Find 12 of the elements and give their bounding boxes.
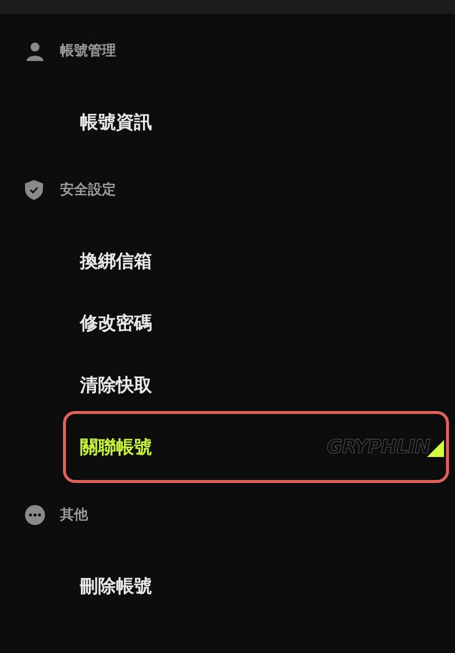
menu-item[interactable]: 關聯帳號 GRYPHLIN <box>68 416 444 478</box>
menu-item[interactable]: 換綁信箱 <box>68 230 444 292</box>
section-title: 帳號管理 <box>60 42 116 60</box>
more-icon <box>25 505 45 525</box>
shield-check-icon <box>25 180 43 200</box>
menu-item[interactable]: 修改密碼 <box>68 292 444 354</box>
section-title: 安全設定 <box>60 181 116 199</box>
menu-item[interactable]: 帳號資訊 <box>68 91 444 153</box>
menu-item[interactable]: 刪除帳號 <box>68 555 444 617</box>
menu-item[interactable]: 清除快取 <box>68 354 444 416</box>
section-title: 其他 <box>60 506 88 524</box>
user-icon <box>25 41 45 61</box>
